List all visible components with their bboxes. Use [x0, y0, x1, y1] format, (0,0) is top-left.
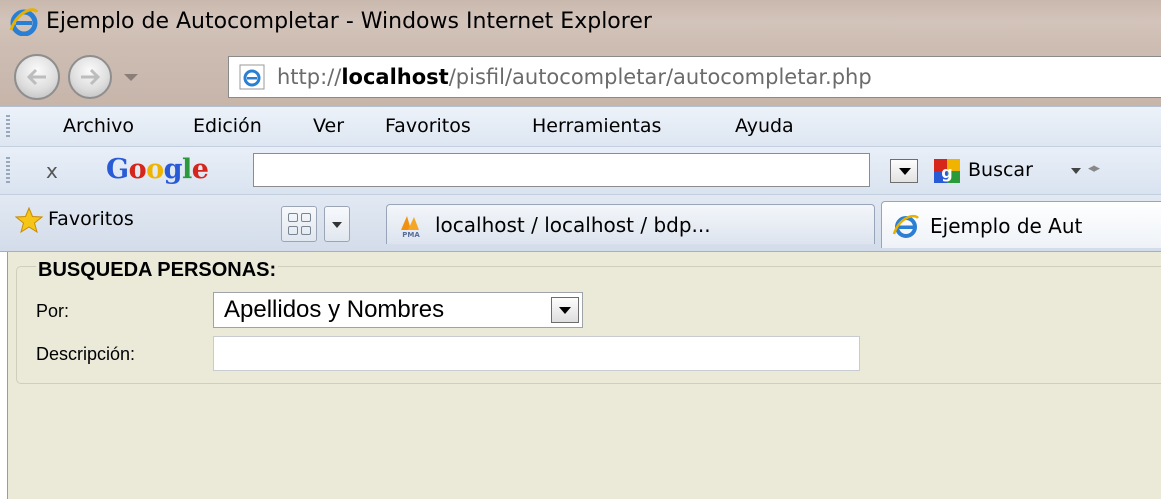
content-left-edge	[0, 252, 8, 499]
page-content: BUSQUEDA PERSONAS: Por: Apellidos y Nomb…	[0, 252, 1161, 499]
descripcion-input[interactable]	[213, 336, 860, 371]
por-label: Por:	[36, 301, 70, 321]
close-toolbar-icon[interactable]: x	[46, 159, 58, 183]
favorites-star-icon	[15, 207, 43, 233]
buscar-dropdown-icon[interactable]	[1071, 168, 1081, 174]
ie-icon	[892, 214, 919, 238]
menu-bar: Archivo Edición Ver Favoritos Herramient…	[0, 106, 1161, 146]
menu-ayuda[interactable]: Ayuda	[735, 115, 794, 137]
menu-archivo[interactable]: Archivo	[63, 115, 134, 137]
window-titlebar: Ejemplo de Autocompletar - Windows Inter…	[0, 0, 1161, 44]
buscar-button[interactable]: Buscar	[968, 159, 1033, 181]
forward-arrow-icon	[81, 68, 101, 86]
quick-tabs-button[interactable]	[281, 206, 317, 242]
menu-ver[interactable]: Ver	[313, 115, 344, 137]
google-toolbar: x Google g Buscar ◂▸	[0, 146, 1161, 194]
favorites-button[interactable]: Favoritos	[48, 208, 134, 230]
navigation-bar: http://localhost/pisfil/autocompletar/au…	[0, 44, 1161, 106]
tab-ejemplo-autocompletar[interactable]: Ejemplo de Aut	[881, 201, 1161, 248]
menu-favoritos[interactable]: Favoritos	[385, 115, 471, 137]
quick-tabs-icon	[288, 213, 298, 222]
window-title: Ejemplo de Autocompletar - Windows Inter…	[46, 9, 652, 34]
address-url[interactable]: http://localhost/pisfil/autocompletar/au…	[277, 65, 872, 89]
menu-edicion[interactable]: Edición	[193, 115, 262, 137]
phpmyadmin-icon: PMA	[401, 216, 420, 238]
descripcion-label: Descripción:	[36, 344, 136, 364]
svg-text:PMA: PMA	[402, 231, 420, 238]
select-dropdown-icon[interactable]	[551, 297, 579, 323]
google-search-icon: g	[934, 159, 960, 183]
tab-list-dropdown[interactable]	[324, 206, 350, 242]
ie-logo-icon	[9, 8, 39, 36]
por-select[interactable]: Apellidos y Nombres	[213, 292, 583, 328]
back-arrow-icon	[26, 68, 46, 86]
address-bar[interactable]: http://localhost/pisfil/autocompletar/au…	[228, 56, 1161, 98]
svg-text:g: g	[941, 163, 952, 182]
menu-herramientas[interactable]: Herramientas	[532, 115, 661, 137]
tab-label: Ejemplo de Aut	[930, 214, 1083, 238]
search-history-dropdown[interactable]	[890, 159, 918, 183]
google-logo: Google	[106, 154, 209, 185]
google-search-input[interactable]	[253, 153, 870, 187]
back-button[interactable]	[14, 54, 60, 100]
toolbar-grip[interactable]	[6, 157, 10, 185]
tab-label: localhost / localhost / bdp...	[435, 213, 711, 237]
forward-button[interactable]	[68, 55, 112, 99]
recent-pages-dropdown[interactable]	[124, 74, 138, 81]
por-selected-value: Apellidos y Nombres	[224, 296, 445, 323]
tab-phpmyadmin[interactable]: PMA localhost / localhost / bdp...	[386, 204, 875, 244]
page-ie-icon	[239, 64, 265, 90]
favorites-tabs-bar: Favoritos PMA localhost / localhost / bd…	[0, 194, 1161, 252]
menu-grip[interactable]	[6, 115, 10, 139]
toolbar-overflow-icon[interactable]: ◂▸	[1088, 161, 1100, 176]
fieldset-legend: BUSQUEDA PERSONAS:	[36, 259, 279, 282]
